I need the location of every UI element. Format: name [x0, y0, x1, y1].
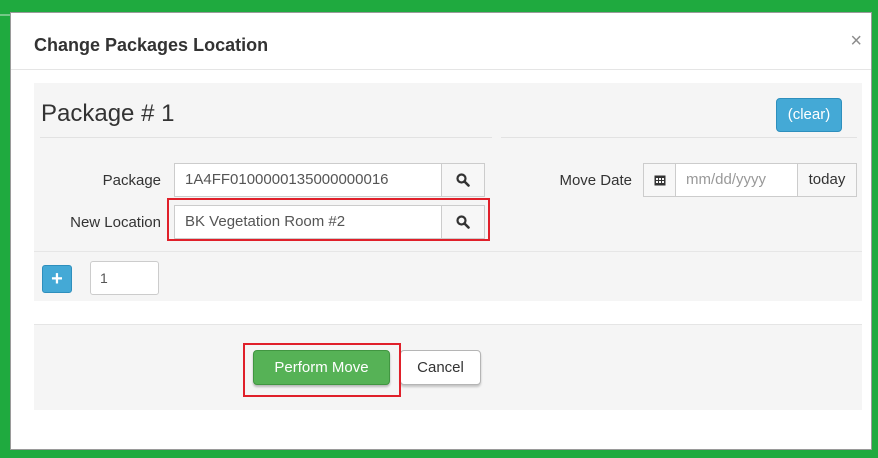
calendar-button[interactable]: [643, 163, 676, 197]
close-icon[interactable]: ×: [850, 31, 862, 51]
package-panel: Package # 1 (clear) Package 1A4FF0100000…: [34, 83, 862, 301]
add-package-button[interactable]: +: [42, 265, 72, 293]
move-date-input[interactable]: mm/dd/yyyy: [675, 163, 798, 197]
quantity-input[interactable]: 1: [90, 261, 159, 295]
highlight-box: [243, 343, 401, 397]
search-icon: [456, 173, 470, 187]
dialog-footer: Perform Move Cancel: [34, 324, 862, 410]
package-input[interactable]: 1A4FF0100000135000000016: [174, 163, 442, 197]
divider: [40, 137, 492, 138]
clear-button[interactable]: (clear): [776, 98, 842, 132]
package-search-button[interactable]: [441, 163, 485, 197]
today-button[interactable]: today: [797, 163, 857, 197]
package-label: Package: [102, 172, 161, 189]
divider: [501, 137, 857, 138]
dialog-header: Change Packages Location ×: [11, 13, 871, 70]
calendar-icon: [654, 175, 665, 186]
highlight-box: [167, 198, 490, 241]
cancel-button[interactable]: Cancel: [400, 350, 481, 385]
new-location-label: New Location: [70, 214, 161, 231]
change-location-dialog: Change Packages Location × Package # 1 (…: [10, 12, 872, 450]
move-date-label: Move Date: [559, 172, 632, 189]
package-heading: Package # 1: [41, 100, 175, 127]
dialog-title: Change Packages Location: [34, 35, 269, 55]
